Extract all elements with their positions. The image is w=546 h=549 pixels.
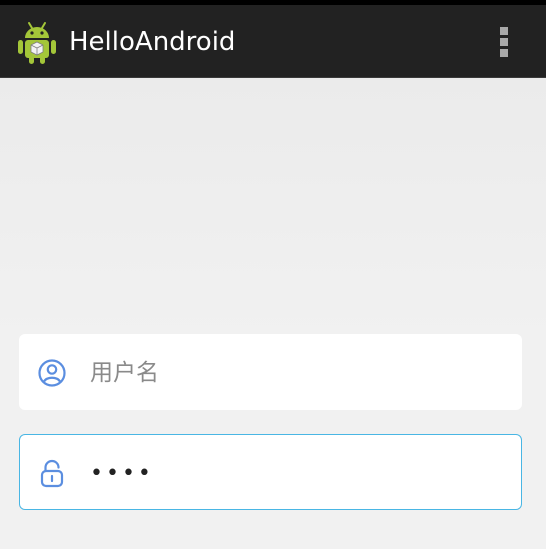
password-field xyxy=(19,434,522,510)
action-bar: HelloAndroid xyxy=(0,5,546,78)
username-field xyxy=(19,334,522,410)
android-robot-icon[interactable] xyxy=(17,19,57,65)
overflow-menu-icon[interactable] xyxy=(492,23,516,61)
user-icon xyxy=(38,359,66,387)
app-title: HelloAndroid xyxy=(69,27,236,57)
password-input[interactable] xyxy=(90,447,510,499)
lock-icon xyxy=(40,459,64,488)
username-input[interactable] xyxy=(90,347,510,399)
